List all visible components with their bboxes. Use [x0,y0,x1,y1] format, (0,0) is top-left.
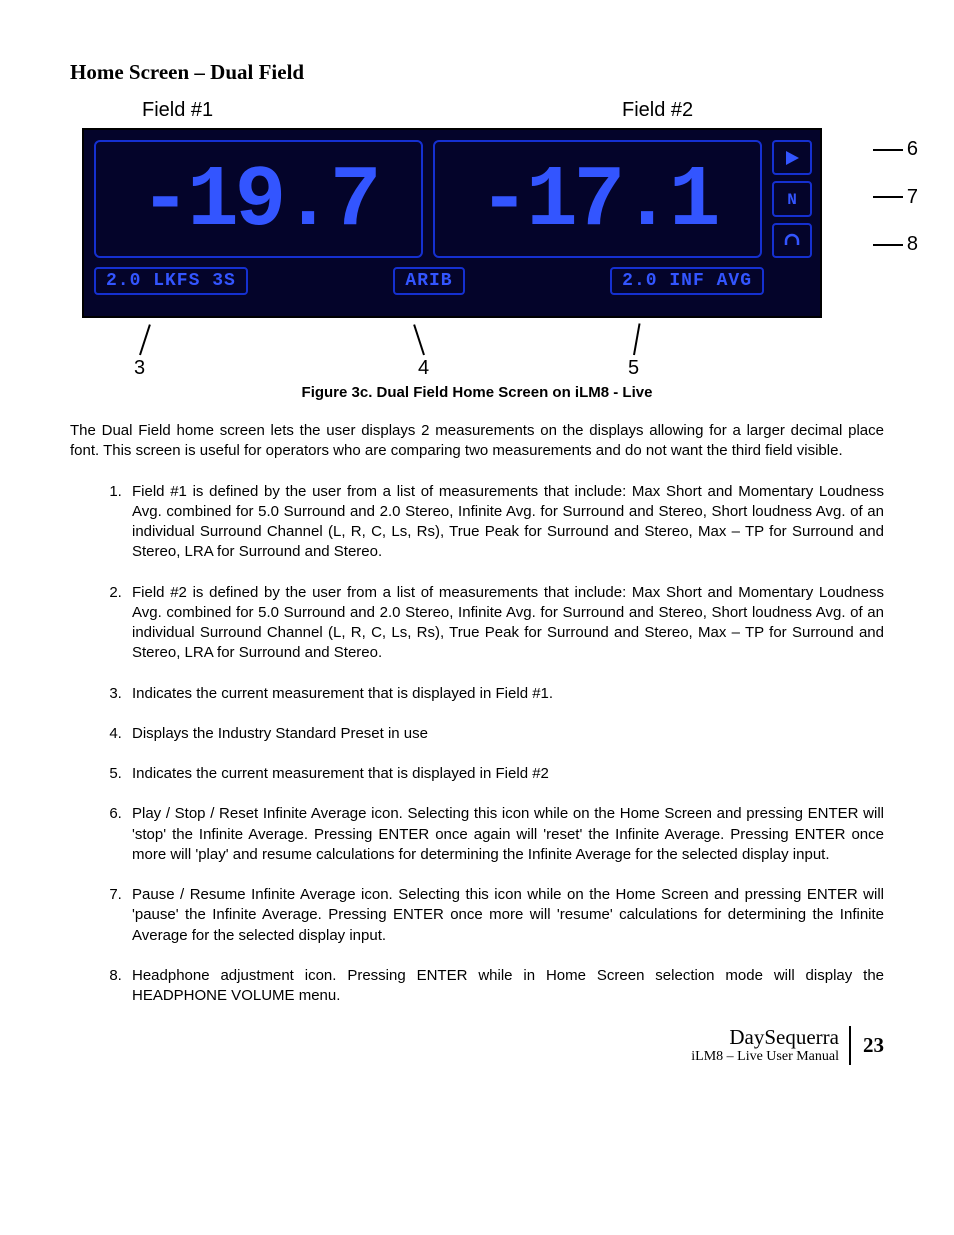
svg-text:N: N [787,191,797,208]
device-screen[interactable]: -19.7 -17.1 N [82,128,822,318]
page-footer: DaySequerra iLM8 – Live User Manual 23 [70,1026,884,1064]
field-2-caption: 2.0 INF AVG [610,267,764,295]
section-heading: Home Screen – Dual Field [70,60,884,85]
callouts-bottom: 3 4 5 [82,318,822,380]
list-item: Field #2 is defined by the user from a l… [126,583,884,664]
field-2-value: -17.1 [433,140,762,258]
callout-3: 3 [134,357,145,380]
pause-icon[interactable]: N [772,181,812,216]
numbered-list: Field #1 is defined by the user from a l… [98,482,884,1007]
list-item: Play / Stop / Reset Infinite Average ico… [126,804,884,865]
figure-3c: Field #1 Field #2 -19.7 -17.1 N [82,99,872,401]
list-item: Pause / Resume Infinite Average icon. Se… [126,885,884,946]
callout-4: 4 [418,357,429,380]
intro-paragraph: The Dual Field home screen lets the user… [70,421,884,462]
callout-5: 5 [628,357,639,380]
field-1-value: -19.7 [94,140,423,258]
preset-label: ARIB [393,267,464,295]
list-item: Indicates the current measurement that i… [126,764,884,784]
footer-brand: DaySequerra [691,1026,839,1049]
callout-label-field-1: Field #1 [82,99,327,122]
headphone-icon[interactable] [772,223,812,258]
callouts-right: 6 7 8 [873,138,918,256]
page-number: 23 [863,1033,884,1058]
play-icon[interactable] [772,140,812,175]
callout-8: 8 [907,233,918,256]
callout-label-field-2: Field #2 [327,99,872,122]
field-1-caption: 2.0 LKFS 3S [94,267,248,295]
callout-7: 7 [907,186,918,209]
footer-manual-title: iLM8 – Live User Manual [691,1049,839,1064]
figure-caption: Figure 3c. Dual Field Home Screen on iLM… [82,384,872,401]
list-item: Field #1 is defined by the user from a l… [126,482,884,563]
list-item: Headphone adjustment icon. Pressing ENTE… [126,966,884,1007]
callout-6: 6 [907,138,918,161]
list-item: Displays the Industry Standard Preset in… [126,724,884,744]
list-item: Indicates the current measurement that i… [126,684,884,704]
